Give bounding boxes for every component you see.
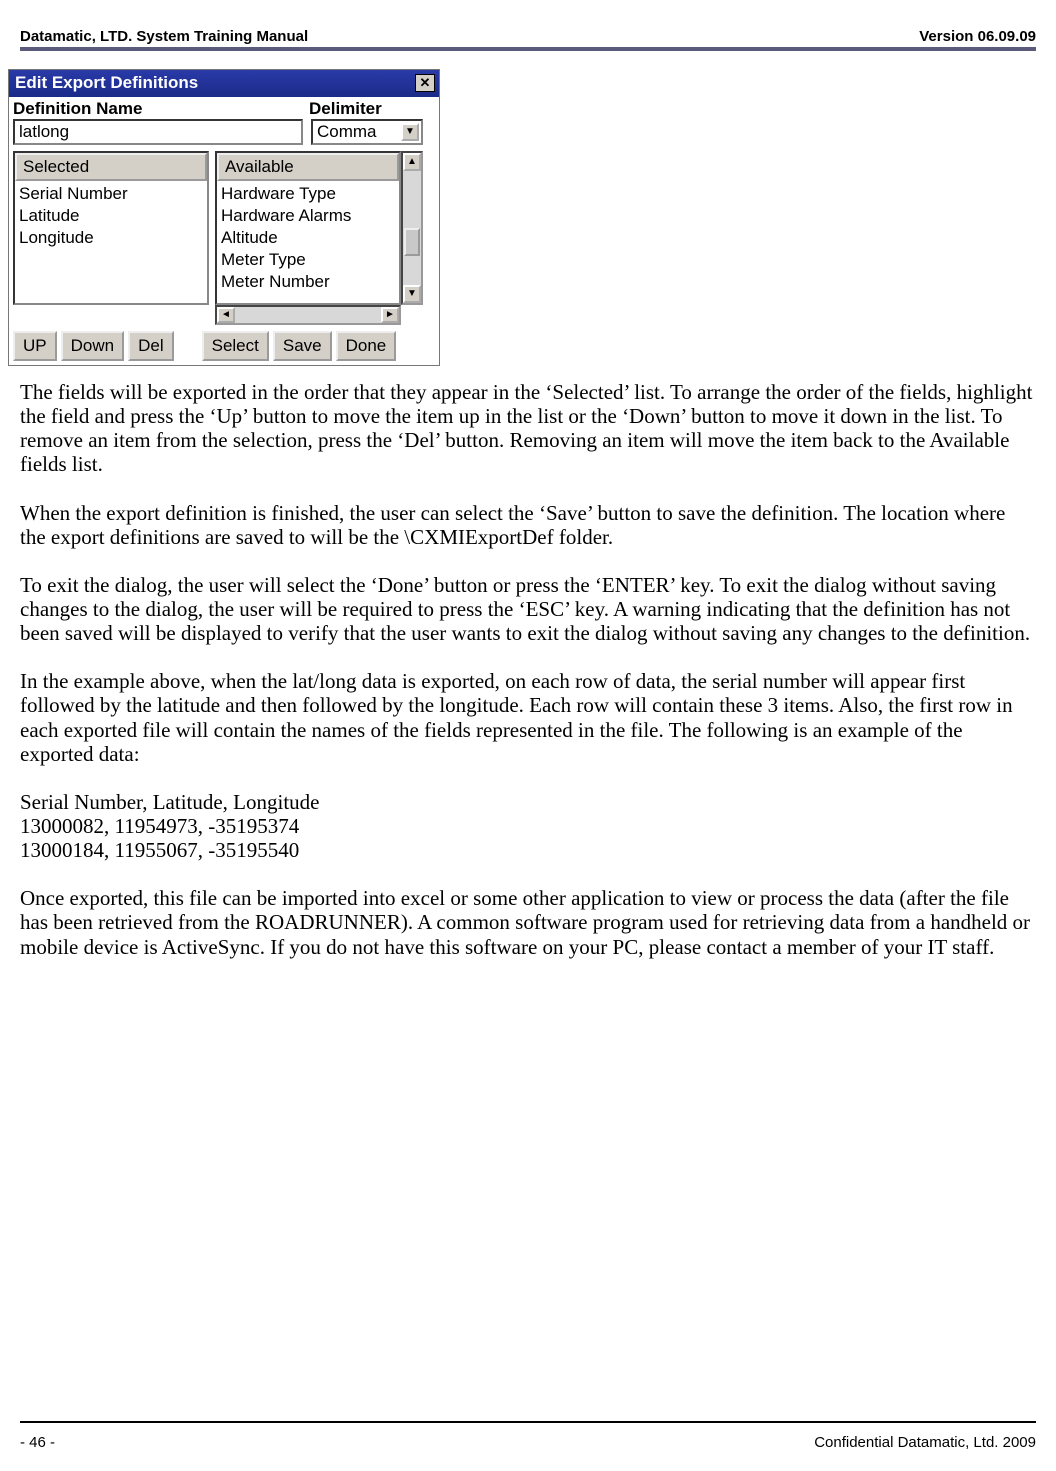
scroll-thumb[interactable]: [404, 228, 420, 256]
del-button[interactable]: Del: [128, 331, 174, 361]
example-line: 13000082, 11954973, -35195374: [20, 814, 1036, 838]
done-button[interactable]: Done: [336, 331, 397, 361]
scroll-down-icon[interactable]: ▼: [403, 285, 421, 303]
select-button[interactable]: Select: [202, 331, 269, 361]
delimiter-value: Comma: [317, 122, 377, 142]
selected-header: Selected: [15, 153, 207, 181]
footer-rule: [20, 1421, 1036, 1423]
dialog-titlebar: Edit Export Definitions ✕: [9, 70, 439, 97]
close-icon[interactable]: ✕: [415, 74, 435, 92]
chevron-down-icon[interactable]: ▼: [401, 123, 419, 141]
definition-name-value: latlong: [19, 122, 69, 141]
list-item[interactable]: Altitude: [221, 227, 395, 249]
example-line: Serial Number, Latitude, Longitude: [20, 790, 1036, 814]
header-rule: [20, 47, 1036, 51]
list-item[interactable]: Hardware Type: [221, 183, 395, 205]
available-header: Available: [217, 153, 399, 181]
list-item[interactable]: Meter Number: [221, 271, 395, 293]
header-left: Datamatic, LTD. System Training Manual: [20, 28, 308, 45]
list-item[interactable]: Latitude: [19, 205, 203, 227]
paragraph: When the export definition is finished, …: [20, 501, 1036, 549]
vertical-scrollbar[interactable]: ▲ ▼: [401, 151, 423, 305]
page-footer: - 46 - Confidential Datamatic, Ltd. 2009: [20, 1434, 1036, 1451]
save-button[interactable]: Save: [273, 331, 332, 361]
definition-name-label: Definition Name: [13, 99, 309, 119]
available-list[interactable]: Available Hardware Type Hardware Alarms …: [215, 151, 401, 305]
selected-list[interactable]: Selected Serial Number Latitude Longitud…: [13, 151, 209, 305]
list-item[interactable]: Hardware Alarms: [221, 205, 395, 227]
paragraph: To exit the dialog, the user will select…: [20, 573, 1036, 645]
paragraph: In the example above, when the lat/long …: [20, 669, 1036, 766]
page-number: - 46 -: [20, 1434, 55, 1451]
list-item[interactable]: Serial Number: [19, 183, 203, 205]
list-item[interactable]: Longitude: [19, 227, 203, 249]
paragraph: Once exported, this file can be imported…: [20, 886, 1036, 958]
example-line: 13000184, 11955067, -35195540: [20, 838, 1036, 862]
horizontal-scrollbar[interactable]: ◄ ►: [215, 305, 401, 325]
dialog-title: Edit Export Definitions: [15, 73, 198, 93]
dialog-screenshot: Edit Export Definitions ✕ Definition Nam…: [8, 69, 440, 366]
scroll-left-icon[interactable]: ◄: [217, 307, 235, 323]
scroll-right-icon[interactable]: ►: [381, 307, 399, 323]
up-button[interactable]: UP: [13, 331, 57, 361]
page-header: Datamatic, LTD. System Training Manual V…: [20, 28, 1036, 45]
header-right: Version 06.09.09: [919, 28, 1036, 45]
down-button[interactable]: Down: [61, 331, 124, 361]
delimiter-select[interactable]: Comma ▼: [311, 119, 423, 145]
definition-name-input[interactable]: latlong: [13, 119, 303, 145]
scroll-up-icon[interactable]: ▲: [403, 153, 421, 171]
paragraph: The fields will be exported in the order…: [20, 380, 1036, 477]
footer-right: Confidential Datamatic, Ltd. 2009: [814, 1434, 1036, 1451]
list-item[interactable]: Meter Type: [221, 249, 395, 271]
delimiter-label: Delimiter: [309, 99, 382, 119]
body-text: The fields will be exported in the order…: [20, 380, 1036, 959]
